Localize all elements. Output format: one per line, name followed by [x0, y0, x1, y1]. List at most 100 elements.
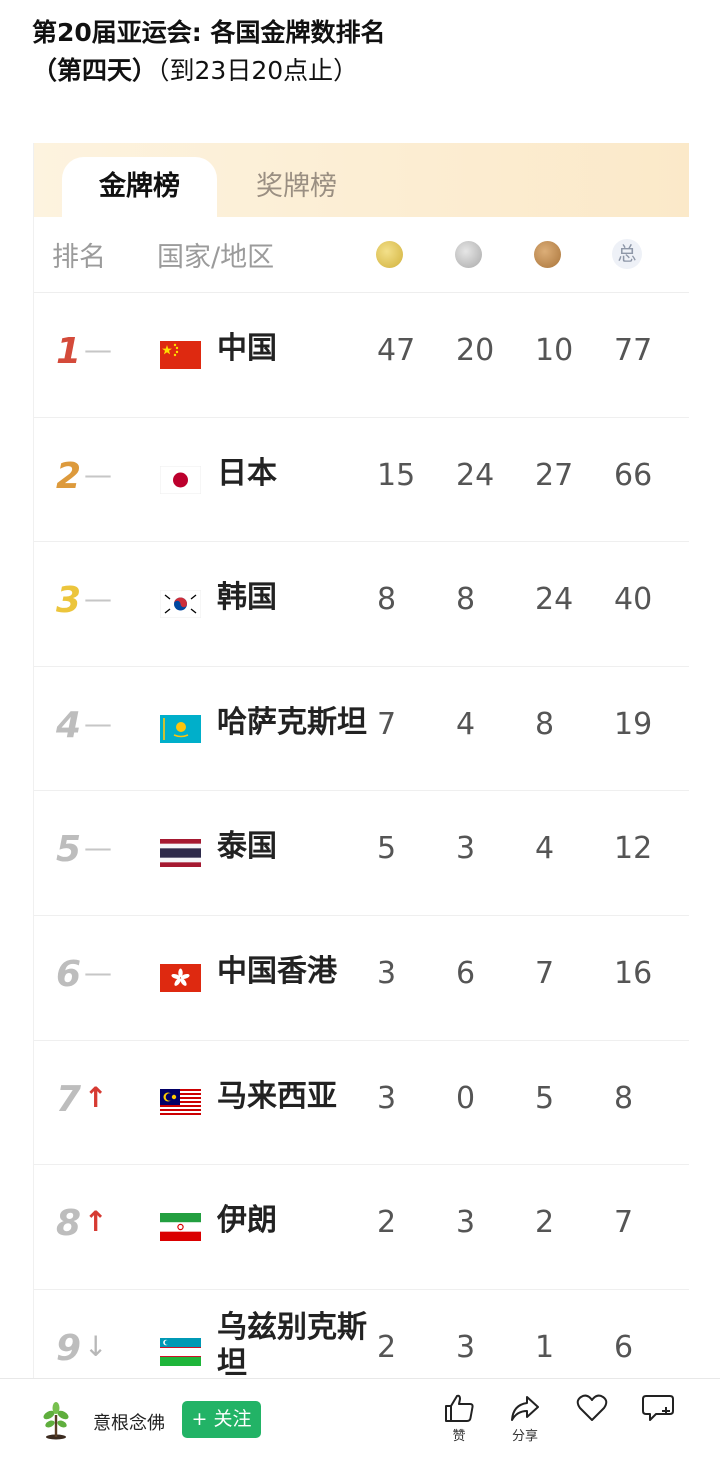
favorite-label: [567, 1425, 617, 1441]
table-row[interactable]: 6 — 中国香港 3 6 7 16: [34, 916, 689, 1041]
bronze-medal-icon: [534, 241, 561, 268]
bronze-count: 8: [535, 706, 555, 742]
rank-trend-flat-icon: —: [84, 582, 112, 616]
title-line-1: 第20届亚运会: 各国金牌数排名: [32, 18, 386, 47]
bronze-count: 1: [535, 1329, 555, 1365]
article-title: 第20届亚运会: 各国金牌数排名 （第四天）（到23日20点止）: [32, 14, 692, 90]
total-count: 19: [614, 706, 653, 742]
kazakhstan-flag-icon: [160, 714, 201, 743]
bronze-count: 2: [535, 1205, 555, 1241]
comment-label: [634, 1425, 684, 1441]
gold-count: 3: [377, 955, 397, 991]
gold-count: 2: [377, 1205, 397, 1241]
rank-trend-up-icon: ↑: [84, 1080, 108, 1114]
share-label: 分享: [511, 1429, 538, 1444]
total-count: 12: [614, 831, 653, 867]
thumbs-up-icon: [445, 1394, 474, 1422]
country-name: 乌兹别克斯坦: [217, 1309, 367, 1381]
rank-number: 5: [56, 829, 82, 871]
rank-number: 7: [56, 1078, 82, 1120]
silver-count: 3: [456, 831, 476, 867]
total-count: 40: [614, 582, 653, 618]
table-row[interactable]: 5 — 泰国 5 3 4 12: [34, 791, 689, 916]
table-row[interactable]: 7 ↑ 马来西亚 3 0 5 8: [34, 1041, 689, 1166]
hong-kong-flag-icon: [160, 963, 201, 992]
uzbekistan-flag-icon: [160, 1337, 201, 1366]
follow-button[interactable]: + 关注: [182, 1401, 261, 1438]
share-button[interactable]: 分享: [500, 1393, 550, 1444]
tree-avatar-icon[interactable]: [38, 1401, 74, 1441]
bronze-count: 24: [535, 582, 574, 618]
japan-flag-icon: [160, 465, 201, 494]
table-row[interactable]: 2 — 日本 15 24 27 66: [34, 418, 689, 543]
country-name: 中国: [217, 331, 277, 366]
silver-count: 4: [456, 706, 476, 742]
country-name: 伊朗: [217, 1203, 277, 1239]
rank-number: 1: [56, 331, 82, 372]
rank-trend-down-icon: ↓: [84, 1329, 108, 1363]
comment-icon: [642, 1395, 674, 1421]
tab-gold-ranking[interactable]: 金牌榜: [62, 157, 217, 217]
total-count: 8: [614, 1080, 634, 1116]
like-button[interactable]: 赞: [434, 1393, 484, 1444]
table-row[interactable]: 4 — 哈萨克斯坦 7 4 8 19: [34, 667, 689, 792]
thailand-flag-icon: [160, 839, 201, 868]
rank-trend-flat-icon: —: [84, 457, 112, 491]
table-row[interactable]: 8 ↑ 伊朗 2 3 2 7: [34, 1165, 689, 1290]
bronze-count: 27: [535, 457, 574, 493]
table-row[interactable]: 1 — 中国 47 20 10 77: [34, 293, 689, 418]
country-name: 泰国: [217, 829, 277, 865]
gold-count: 5: [377, 831, 397, 867]
total-count: 6: [614, 1329, 634, 1365]
rank-number: 3: [56, 580, 82, 622]
gold-count: 15: [377, 457, 416, 493]
country-name: 哈萨克斯坦: [217, 704, 367, 740]
silver-count: 0: [456, 1080, 476, 1116]
bronze-count: 10: [535, 333, 574, 368]
share-icon: [511, 1396, 539, 1421]
gold-count: 47: [377, 333, 416, 368]
silver-medal-icon: [455, 241, 482, 268]
rank-number: 6: [56, 953, 82, 995]
silver-count: 3: [456, 1329, 476, 1365]
total-count: 7: [614, 1205, 634, 1241]
rank-trend-flat-icon: —: [84, 831, 112, 865]
rank-number: 8: [56, 1203, 82, 1245]
heart-icon: [576, 1394, 608, 1421]
table-header: 排名 国家/地区 总: [34, 217, 689, 293]
gold-count: 3: [377, 1080, 397, 1116]
gold-count: 2: [377, 1329, 397, 1365]
table-row[interactable]: 9 ↓ 乌兹别克斯坦 2 3 1 6: [34, 1290, 689, 1383]
total-count: 66: [614, 457, 653, 493]
country-name: 日本: [217, 455, 277, 491]
favorite-button[interactable]: [567, 1393, 617, 1441]
silver-count: 20: [456, 333, 495, 368]
tab-bar: 金牌榜 奖牌榜: [34, 143, 689, 217]
title-line-2-normal: （到23日20点止）: [157, 56, 359, 85]
table-row[interactable]: 3 — 韩国 8 8 24 40: [34, 542, 689, 667]
gold-medal-icon: [376, 241, 403, 268]
country-name: 中国香港: [217, 953, 337, 989]
rank-number: 2: [56, 455, 82, 497]
bronze-count: 4: [535, 831, 555, 867]
medal-table-card: 金牌榜 奖牌榜 排名 国家/地区 总 1 — 中国 47 20 10 77 2 …: [33, 143, 689, 1383]
author-name[interactable]: 意根念佛: [93, 1409, 165, 1435]
gold-count: 8: [377, 582, 397, 618]
gold-count: 7: [377, 706, 397, 742]
bronze-count: 5: [535, 1080, 555, 1116]
rank-trend-up-icon: ↑: [84, 1205, 108, 1239]
tab-medal-ranking[interactable]: 奖牌榜: [219, 157, 374, 217]
total-count: 77: [614, 333, 653, 368]
silver-count: 8: [456, 582, 476, 618]
title-line-2: （第四天）（到23日20点止）: [32, 52, 692, 90]
comment-button[interactable]: [634, 1393, 684, 1441]
rank-number: 4: [56, 704, 82, 746]
rank-trend-flat-icon: —: [84, 955, 112, 989]
total-count: 16: [614, 955, 653, 991]
country-name: 马来西亚: [217, 1078, 337, 1114]
title-line-2-bold: （第四天）: [32, 56, 158, 85]
rank-trend-flat-icon: —: [84, 706, 112, 740]
header-total: 总: [612, 239, 642, 269]
malaysia-flag-icon: [160, 1088, 201, 1117]
bronze-count: 7: [535, 955, 555, 991]
